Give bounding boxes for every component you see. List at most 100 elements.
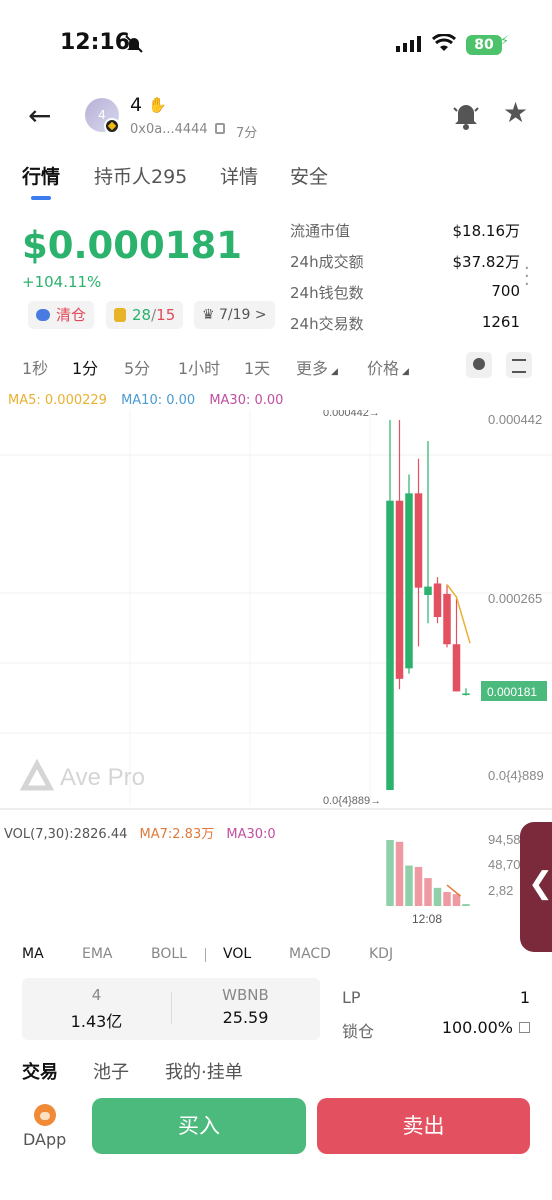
- favorite-star-icon[interactable]: ★: [503, 98, 528, 128]
- chevron-left-icon: ❮: [528, 866, 552, 901]
- lp-info: LP 1 锁仓 100.00%: [342, 988, 530, 1048]
- tf-1m[interactable]: 1分: [72, 355, 98, 379]
- bnb-chain-icon: [104, 118, 120, 134]
- alert-bell-icon[interactable]: [452, 100, 480, 130]
- sell-button[interactable]: 卖出: [317, 1098, 530, 1154]
- ind-vol[interactable]: VOL: [223, 946, 251, 962]
- token-name: 4: [130, 94, 143, 116]
- ind-kdj[interactable]: KDJ: [369, 946, 393, 962]
- wallet-buy-count: 28: [132, 306, 152, 324]
- volume-bar: [424, 878, 432, 906]
- stat-label: 24h成交额: [290, 253, 364, 271]
- pool-token: 4 1.43亿: [22, 986, 171, 1032]
- stat-value: $18.16万: [452, 222, 521, 240]
- tab-details[interactable]: 详情: [220, 162, 258, 189]
- crown-pill[interactable]: ♛ 7/19 >: [194, 301, 275, 329]
- ind-ma[interactable]: MA: [22, 946, 44, 962]
- money-bag-icon: [114, 308, 126, 322]
- tf-1s[interactable]: 1秒: [22, 355, 48, 379]
- chart-settings-icon[interactable]: [506, 352, 532, 378]
- tf-1h[interactable]: 1小时: [178, 355, 220, 379]
- stat-row: 24h成交额 $37.82万: [290, 251, 520, 282]
- current-price-tag: 0.000181: [487, 685, 537, 699]
- vol-axis-label: 48,70: [488, 857, 521, 872]
- tab-pools[interactable]: 池子: [93, 1058, 129, 1084]
- stat-row: 24h交易数 1261: [290, 313, 520, 344]
- candle-body: [433, 583, 442, 617]
- side-drawer-handle[interactable]: ❮: [520, 822, 552, 952]
- tab-holders[interactable]: 持币人295: [94, 162, 187, 189]
- status-time: 12:16: [60, 30, 131, 55]
- current-price: $0.000181: [22, 224, 243, 267]
- indicator-bar: MA EMA BOLL VOL MACD KDJ: [0, 946, 552, 968]
- tab-trade[interactable]: 交易: [22, 1058, 58, 1084]
- candle-body: [462, 693, 470, 695]
- tf-1d[interactable]: 1天: [244, 355, 270, 379]
- volume-bar: [414, 866, 423, 906]
- candle-body: [452, 644, 461, 692]
- active-tab-indicator: [31, 196, 51, 200]
- signal-icon: [396, 36, 421, 52]
- lock-row: 锁仓 100.00%: [342, 1018, 530, 1048]
- tab-security[interactable]: 安全: [290, 162, 328, 189]
- price-chart[interactable]: Ave Pro 0.000442 0.000265 0.0{4}889 0.00…: [0, 410, 552, 810]
- stat-label: 24h交易数: [290, 315, 364, 333]
- vol-axis-label: 94,58: [488, 832, 521, 847]
- buy-button[interactable]: 买入: [92, 1098, 306, 1154]
- clear-position-pill[interactable]: 清仓: [28, 301, 95, 329]
- tf-more[interactable]: 更多 ◢: [296, 355, 338, 379]
- whale-icon: [36, 309, 50, 321]
- tab-market[interactable]: 行情: [22, 162, 60, 189]
- chart-tools-icon[interactable]: [466, 352, 492, 378]
- dapp-label[interactable]: DApp: [23, 1130, 66, 1149]
- tf-more-label: 更多: [296, 359, 329, 378]
- volume-bar: [386, 840, 394, 906]
- clear-label: 清仓: [56, 306, 87, 324]
- dapp-icon[interactable]: [34, 1104, 56, 1126]
- ind-ema[interactable]: EMA: [82, 946, 113, 962]
- candle-body: [395, 500, 404, 679]
- more-options-icon[interactable]: · · ·: [524, 260, 530, 294]
- ma10-label: MA10: 0.00: [121, 393, 196, 408]
- status-bar: 12:16 80 ⚡: [0, 0, 552, 90]
- caret-icon: ◢: [331, 367, 338, 377]
- tf-5m[interactable]: 5分: [124, 355, 150, 379]
- bell-off-icon: [125, 35, 143, 53]
- ind-macd[interactable]: MACD: [289, 946, 331, 962]
- axis-label: 0.000265: [488, 591, 542, 606]
- ind-boll[interactable]: BOLL: [151, 946, 187, 962]
- tab-my-orders[interactable]: 我的·挂单: [165, 1058, 243, 1084]
- pool-token-name: 4: [91, 986, 102, 1004]
- candle-body: [414, 493, 423, 588]
- wallet-count-pill[interactable]: 28/15: [106, 301, 184, 329]
- main-tabs: 行情 持币人295 详情 安全: [0, 158, 552, 204]
- ma-legend: MA5: 0.000229 MA10: 0.00 MA30: 0.00: [8, 393, 293, 408]
- wave-hand-icon: ✋: [148, 96, 167, 114]
- lp-row: LP 1: [342, 988, 530, 1018]
- ma5-label: MA5: 0.000229: [8, 393, 107, 408]
- stat-value: $37.82万: [452, 253, 521, 271]
- stat-value: 700: [491, 282, 520, 300]
- charging-icon: ⚡: [500, 34, 510, 49]
- tf-price[interactable]: 价格 ◢: [367, 355, 409, 379]
- axis-label: 0.000442: [488, 412, 542, 427]
- pool-quote-name: WBNB: [222, 986, 269, 1004]
- token-age: 7分: [236, 126, 258, 141]
- stat-value: 1261: [481, 313, 520, 331]
- candle-body: [443, 593, 451, 645]
- candlestick-chart[interactable]: Ave Pro 0.000442 0.000265 0.0{4}889 0.00…: [0, 410, 552, 810]
- caret-icon: ◢: [402, 367, 409, 377]
- candle-body: [405, 493, 413, 669]
- back-arrow-icon[interactable]: ←: [28, 102, 51, 130]
- price-change: +104.11%: [22, 273, 102, 291]
- crown-icon: ♛: [202, 307, 220, 323]
- candle-body: [386, 500, 394, 790]
- copy-icon[interactable]: [215, 123, 225, 134]
- volume-bar: [405, 865, 413, 906]
- pool-info: 4 1.43亿 WBNB 25.59: [22, 978, 320, 1040]
- lock-value-group[interactable]: 100.00%: [442, 1018, 530, 1037]
- volume-bar: [462, 904, 470, 906]
- vol-axis-label: 2,82: [488, 883, 513, 898]
- wifi-icon: [432, 34, 456, 51]
- volume-bar: [433, 887, 442, 906]
